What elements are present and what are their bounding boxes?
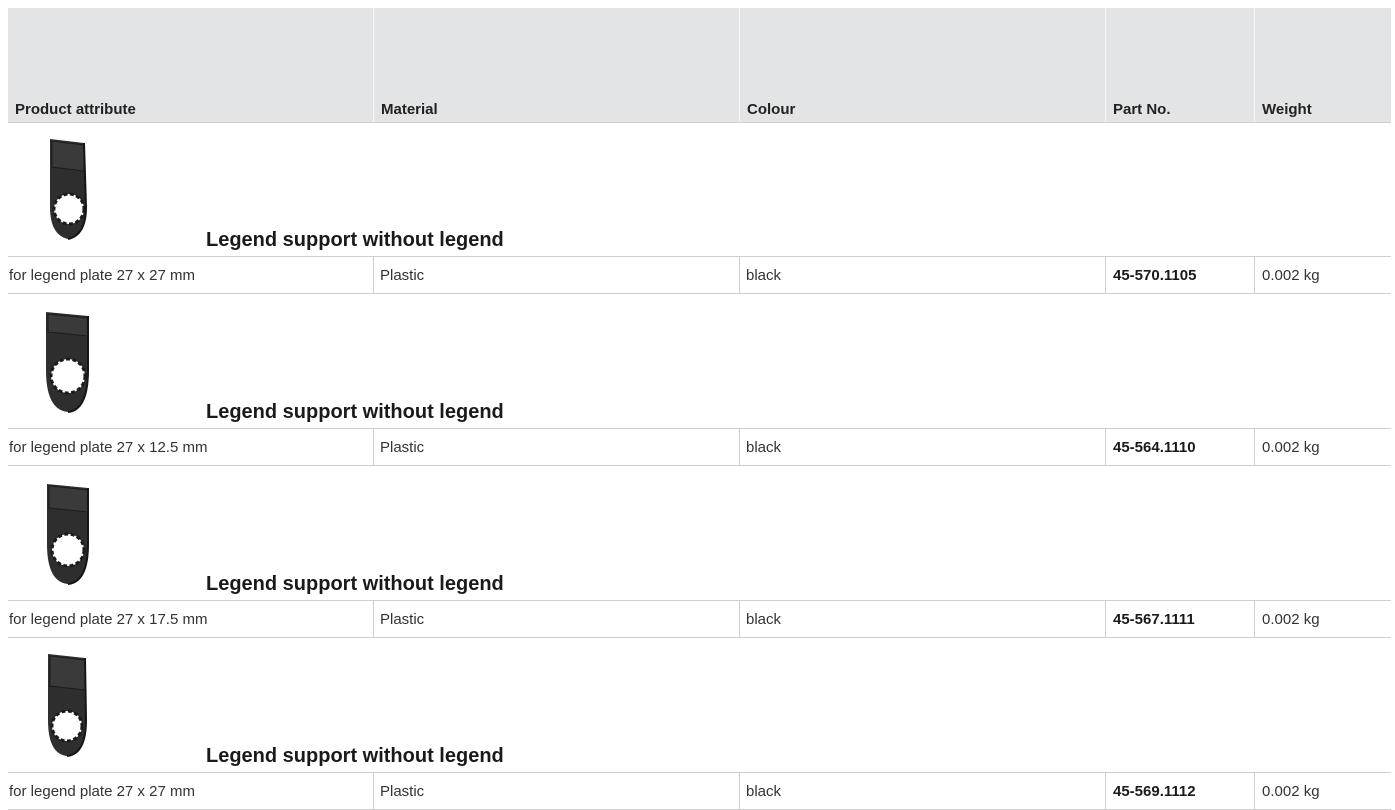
product-group-header: Legend support without legend <box>8 294 1391 428</box>
table-row[interactable]: for legend plate 27 x 17.5 mm Plastic bl… <box>8 600 1391 638</box>
cell-weight: 0.002 kg <box>1262 782 1320 800</box>
product-table: Product attribute Material Colour Part N… <box>8 8 1391 810</box>
cell-material: Plastic <box>374 773 740 809</box>
cell-material: Plastic <box>374 429 740 465</box>
cell-weight: 0.002 kg <box>1262 266 1320 284</box>
column-header-part-no[interactable]: Part No. <box>1106 8 1255 122</box>
column-header-colour[interactable]: Colour <box>740 8 1106 122</box>
column-header-weight[interactable]: Weight <box>1255 8 1391 122</box>
cell-weight: 0.002 kg <box>1262 610 1320 628</box>
cell-product-attribute: for legend plate 27 x 27 mm <box>8 257 374 293</box>
cell-part-no[interactable]: 45-564.1110 <box>1106 429 1255 465</box>
group-title: Legend support without legend <box>206 745 504 767</box>
cell-colour: black <box>740 429 1106 465</box>
product-group-header: Legend support without legend <box>8 123 1391 256</box>
cell-product-attribute: for legend plate 27 x 17.5 mm <box>8 601 374 637</box>
group-title: Legend support without legend <box>206 401 504 423</box>
product-group-header: Legend support without legend <box>8 638 1391 772</box>
group-title: Legend support without legend <box>206 229 504 251</box>
column-header-product-attribute[interactable]: Product attribute <box>8 8 374 122</box>
table-row[interactable]: for legend plate 27 x 12.5 mm Plastic bl… <box>8 428 1391 466</box>
product-group: Legend support without legend for legend… <box>8 294 1391 466</box>
table-row[interactable]: for legend plate 27 x 27 mm Plastic blac… <box>8 772 1391 810</box>
cell-product-attribute: for legend plate 27 x 27 mm <box>8 773 374 809</box>
cell-colour: black <box>740 257 1106 293</box>
table-row[interactable]: for legend plate 27 x 27 mm Plastic blac… <box>8 256 1391 294</box>
cell-part-no[interactable]: 45-569.1112 <box>1106 773 1255 809</box>
cell-weight: 0.002 kg <box>1262 438 1320 456</box>
group-title: Legend support without legend <box>206 573 504 595</box>
product-group: Legend support without legend for legend… <box>8 638 1391 810</box>
cell-part-no[interactable]: 45-567.1111 <box>1106 601 1255 637</box>
table-header: Product attribute Material Colour Part N… <box>8 8 1391 123</box>
cell-colour: black <box>740 773 1106 809</box>
legend-support-image[interactable] <box>38 135 98 243</box>
legend-support-image[interactable] <box>38 650 98 758</box>
product-group: Legend support without legend for legend… <box>8 123 1391 294</box>
cell-material: Plastic <box>374 601 740 637</box>
legend-support-image[interactable] <box>38 478 98 586</box>
cell-product-attribute: for legend plate 27 x 12.5 mm <box>8 429 374 465</box>
cell-part-no[interactable]: 45-570.1105 <box>1106 257 1255 293</box>
product-group-header: Legend support without legend <box>8 466 1391 600</box>
legend-support-image[interactable] <box>38 306 98 414</box>
cell-material: Plastic <box>374 257 740 293</box>
column-header-material[interactable]: Material <box>374 8 740 122</box>
product-group: Legend support without legend for legend… <box>8 466 1391 638</box>
cell-colour: black <box>740 601 1106 637</box>
